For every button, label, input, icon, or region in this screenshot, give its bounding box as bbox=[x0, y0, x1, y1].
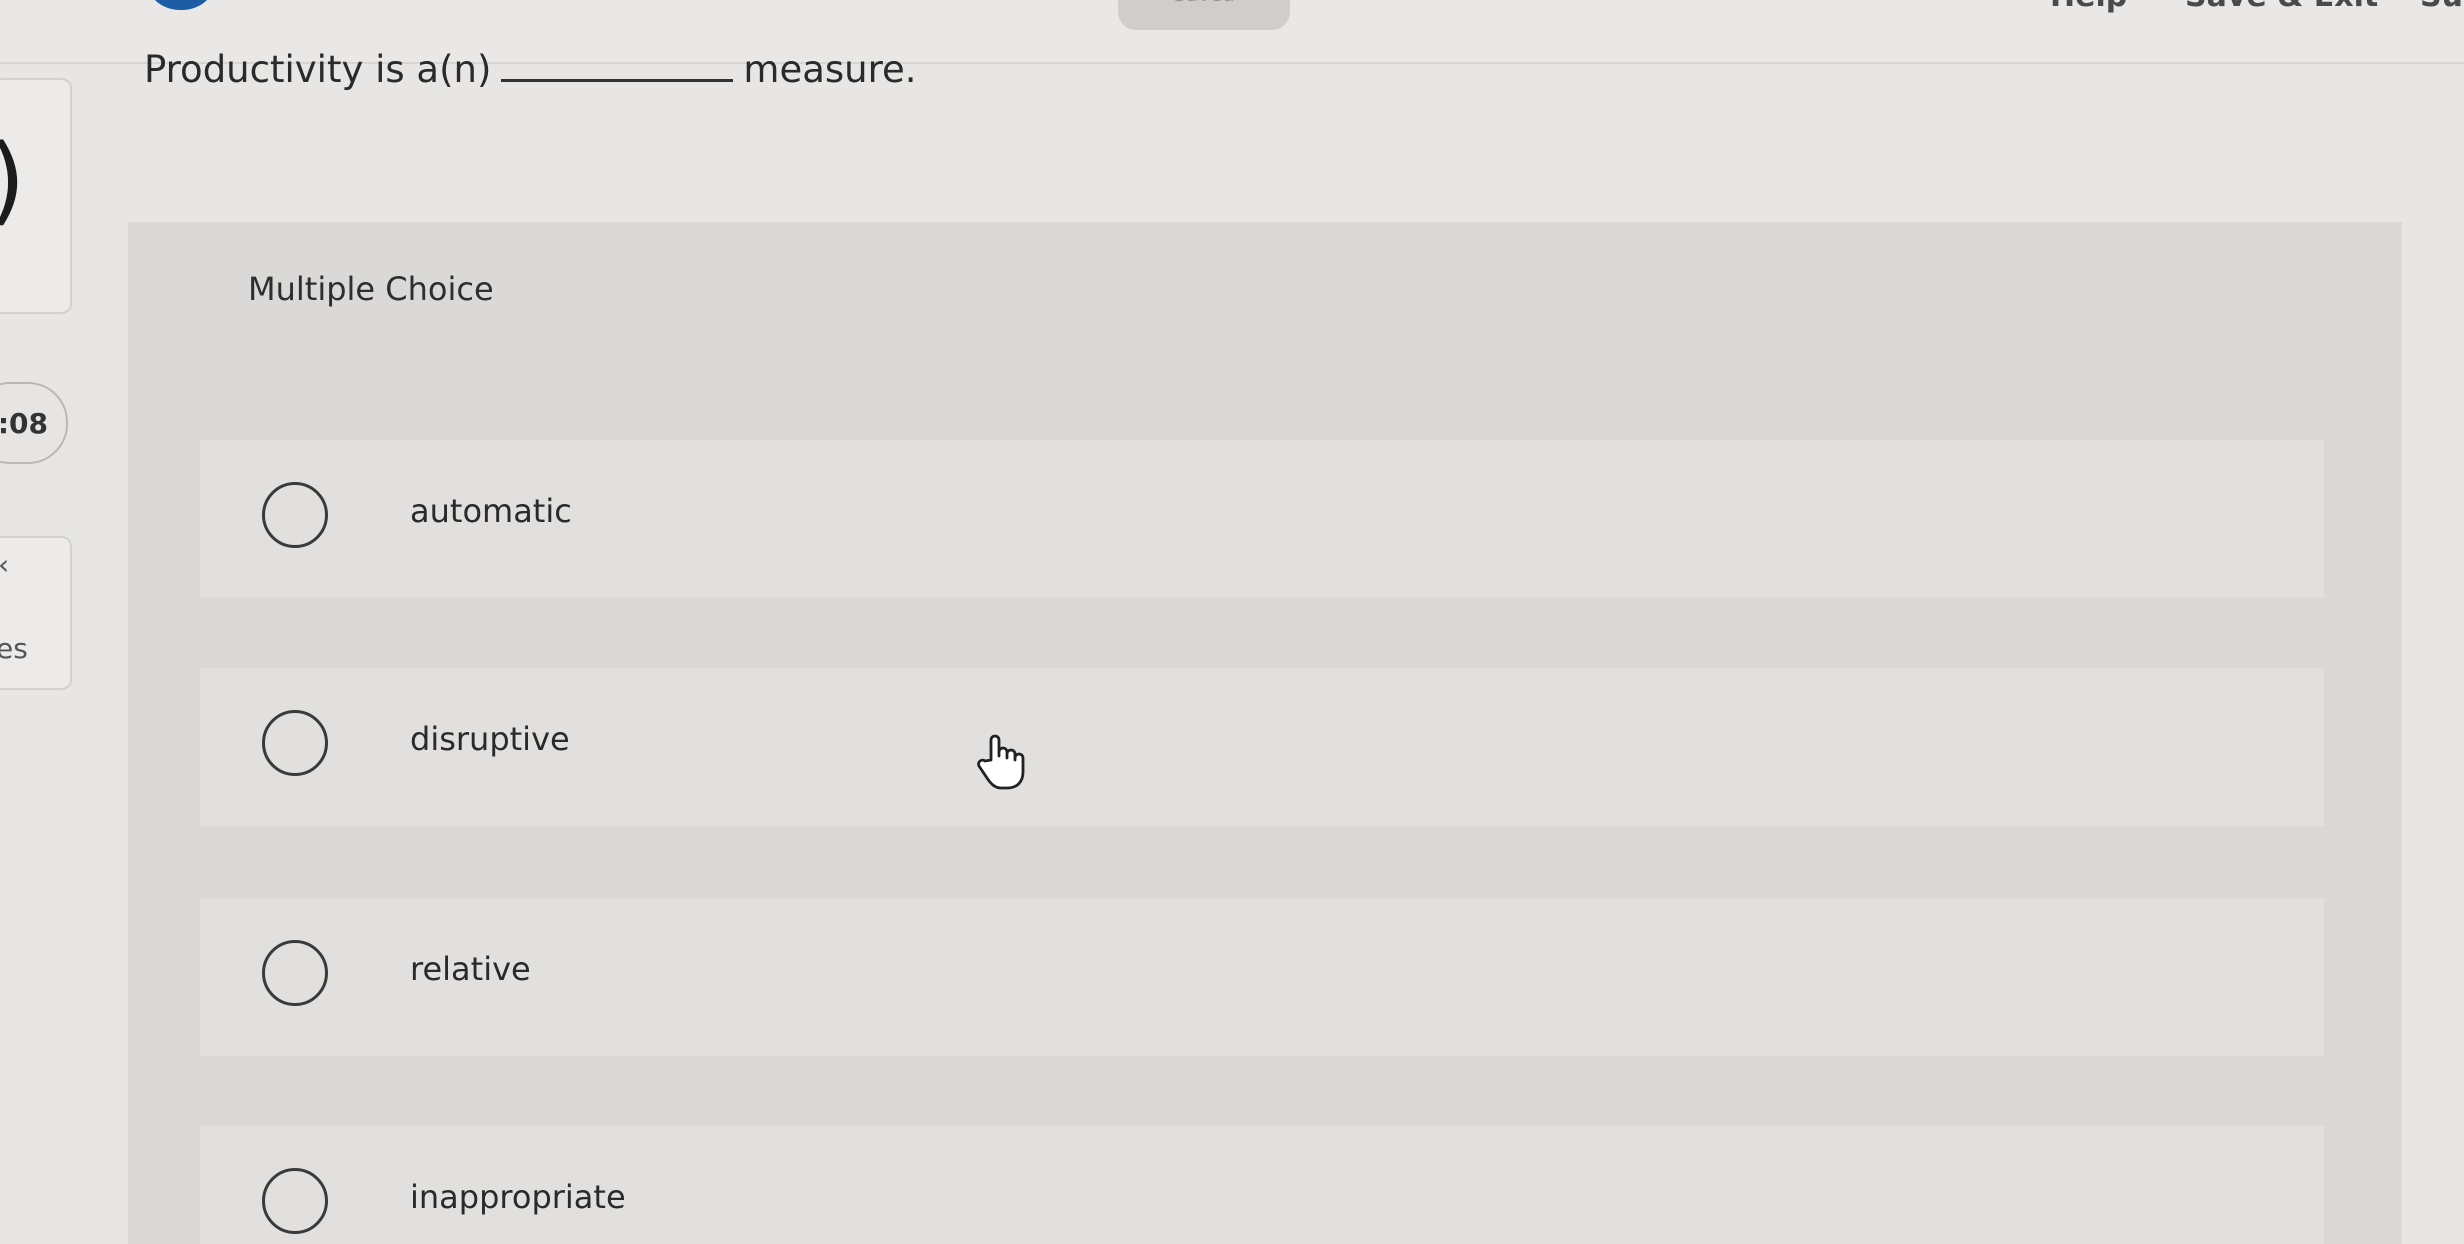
choice-label: disruptive bbox=[410, 720, 570, 758]
resources-label: es bbox=[0, 632, 28, 665]
choice-option[interactable]: disruptive bbox=[200, 668, 2324, 826]
answer-blank bbox=[501, 49, 734, 82]
choice-option[interactable]: inappropriate bbox=[200, 1126, 2324, 1244]
choice-option[interactable]: automatic bbox=[200, 440, 2324, 598]
hand-pointer-icon bbox=[977, 734, 1025, 790]
question-prompt: Productivity is a(n) measure. bbox=[144, 48, 917, 91]
choice-label: inappropriate bbox=[410, 1178, 626, 1216]
choice-label: automatic bbox=[410, 492, 572, 530]
question-suffix: measure. bbox=[743, 48, 917, 91]
radio-button[interactable] bbox=[262, 1168, 328, 1234]
choice-option[interactable]: relative bbox=[200, 898, 2324, 1056]
timer-badge[interactable]: 4:08 bbox=[0, 382, 68, 464]
save-and-exit-button[interactable]: Save & Exit bbox=[2185, 0, 2378, 12]
radio-button[interactable] bbox=[262, 710, 328, 776]
question-prefix: Productivity is a(n) bbox=[144, 48, 492, 91]
chevron-left-icon: ‹ bbox=[0, 548, 9, 581]
radio-button[interactable] bbox=[262, 940, 328, 1006]
choice-label: relative bbox=[410, 950, 531, 988]
app-logo bbox=[150, 0, 212, 10]
help-button[interactable]: Help bbox=[2050, 0, 2127, 12]
saved-status-badge: Saved bbox=[1118, 0, 1290, 30]
submit-button[interactable]: Su bbox=[2420, 0, 2463, 12]
radio-button[interactable] bbox=[262, 482, 328, 548]
progress-ring-icon: ) bbox=[0, 132, 25, 228]
question-type-heading: Multiple Choice bbox=[248, 270, 494, 308]
resources-card[interactable] bbox=[0, 536, 72, 690]
multiple-choice-panel: Multiple Choice automatic disruptive rel… bbox=[128, 222, 2402, 1244]
